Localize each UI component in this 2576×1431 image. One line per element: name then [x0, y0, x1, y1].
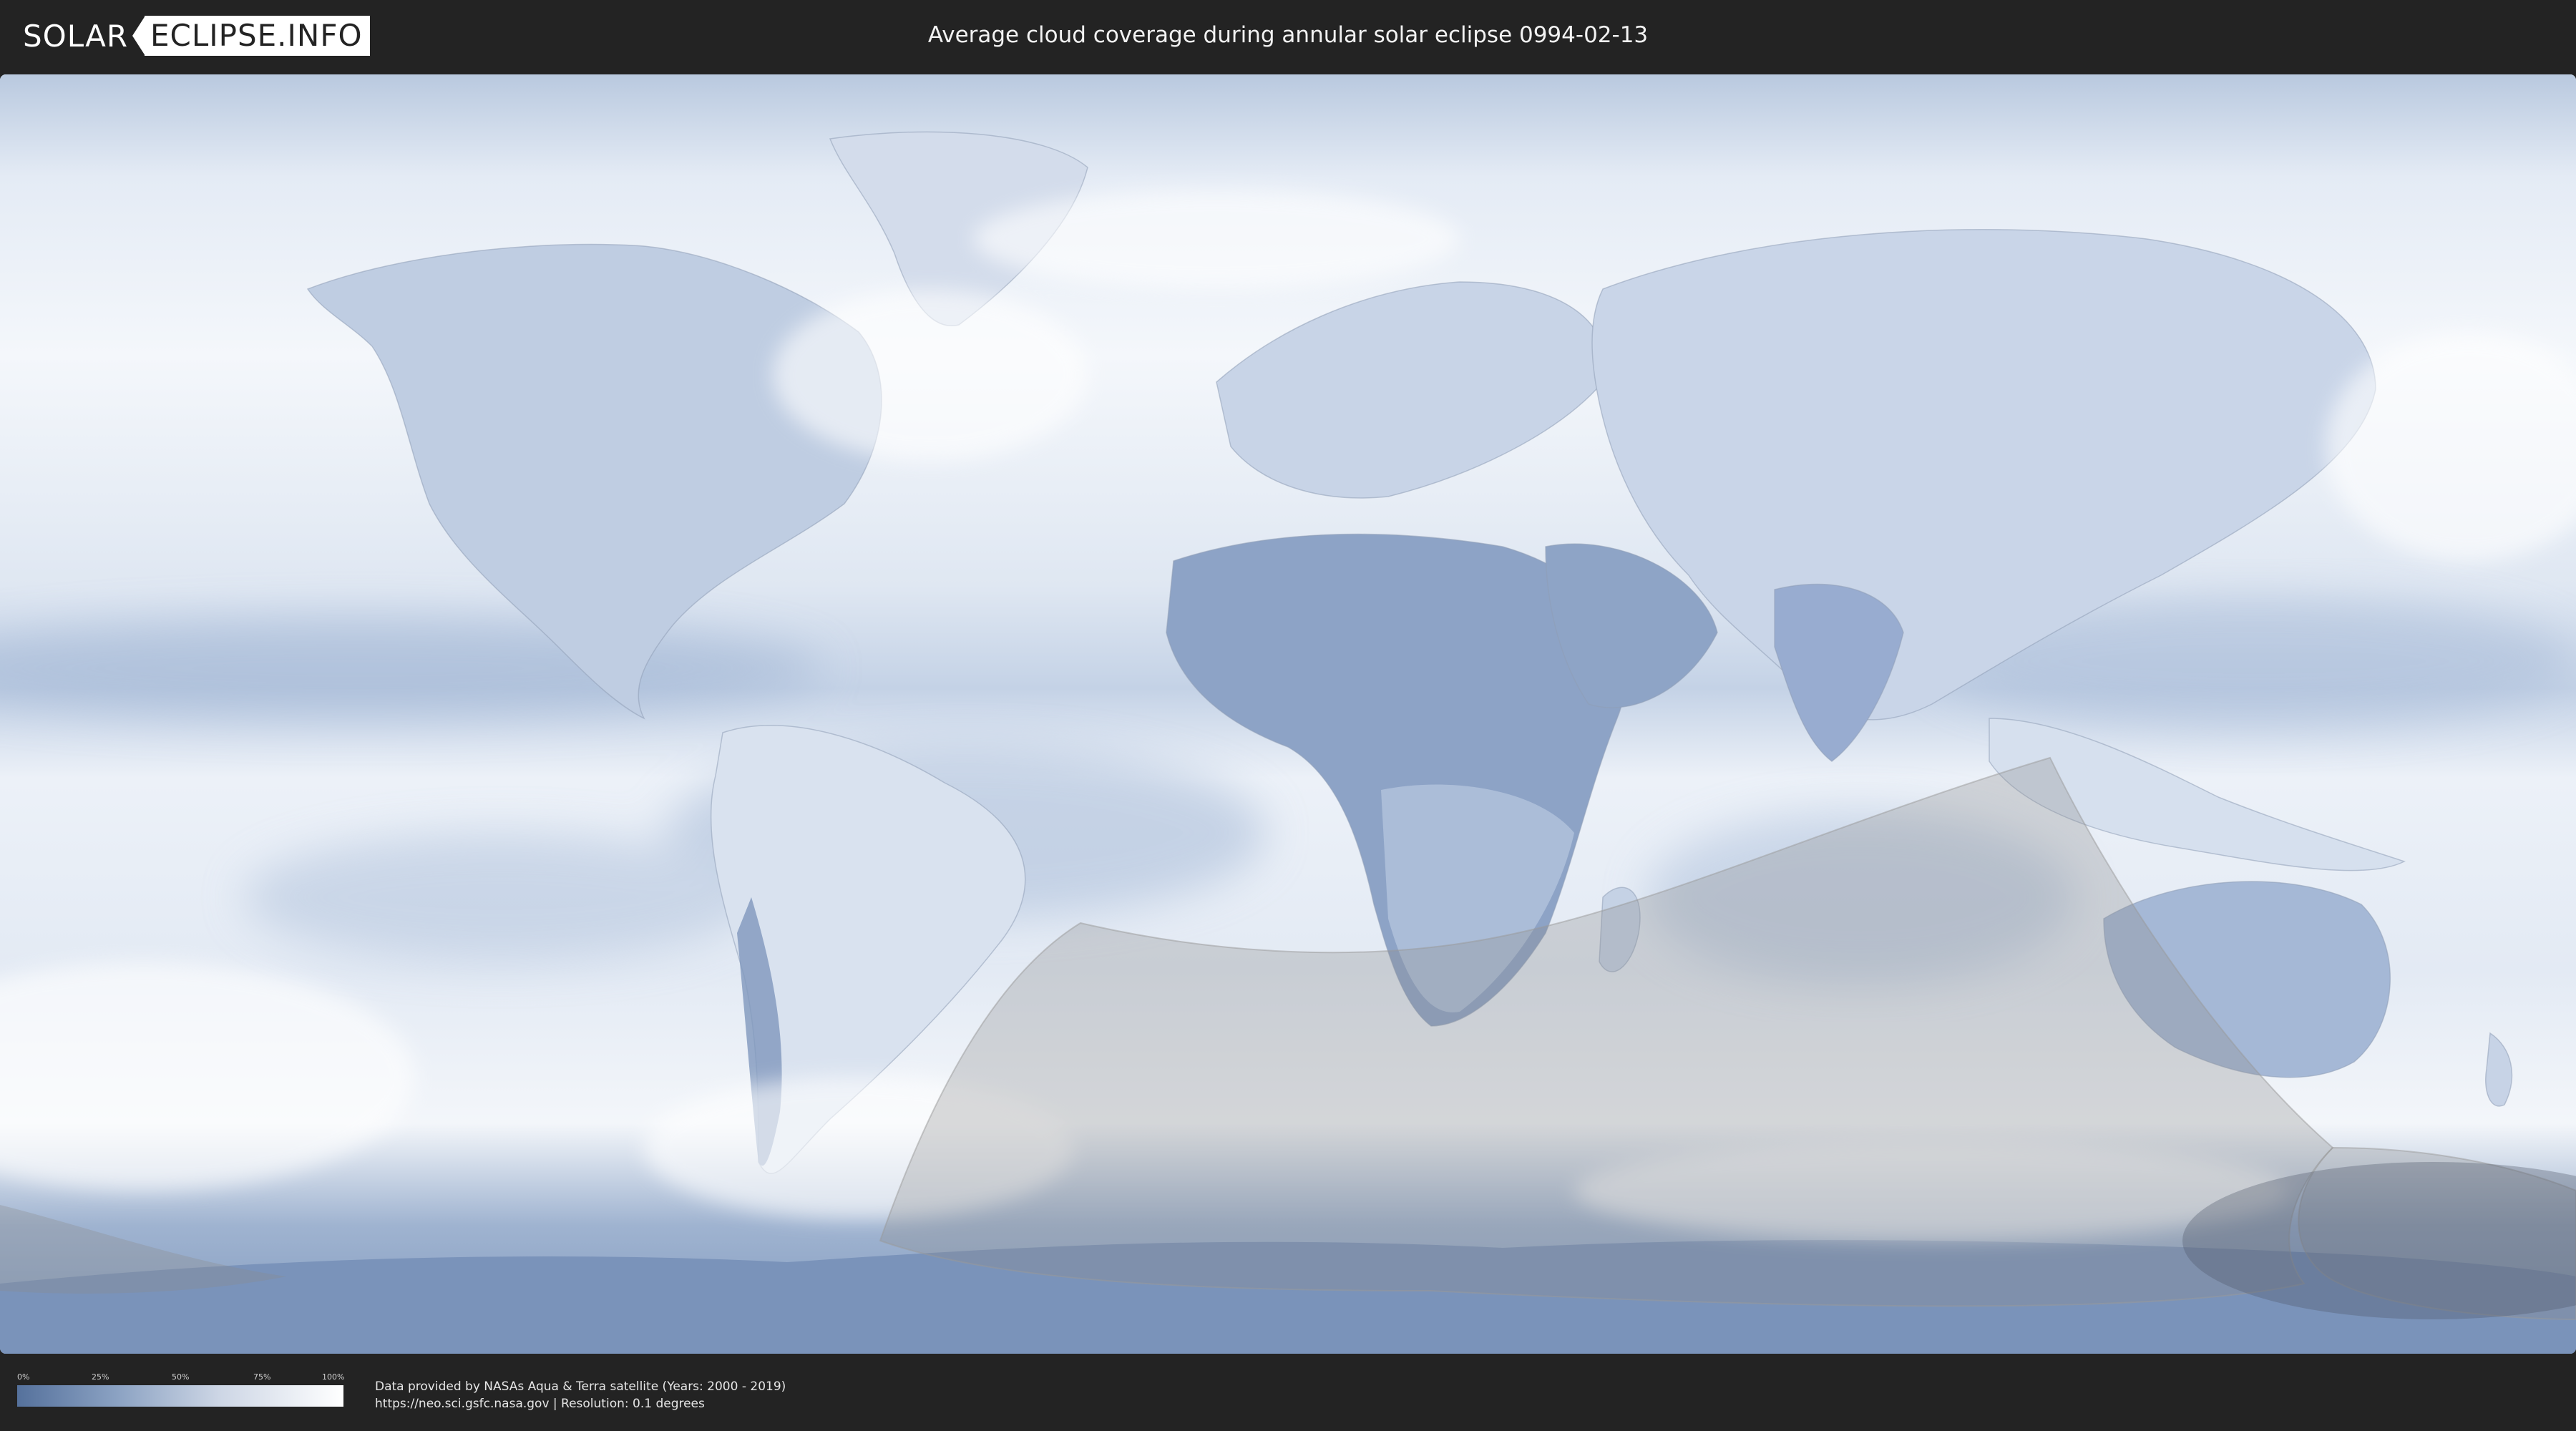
cloud-coverage-map	[0, 74, 2576, 1354]
credit-line-source: Data provided by NASAs Aqua & Terra sate…	[375, 1379, 786, 1394]
legend-ticks: 0% 25% 50% 75% 100%	[17, 1372, 345, 1384]
credit-line-url[interactable]: https://neo.sci.gsfc.nasa.gov | Resoluti…	[375, 1395, 786, 1412]
legend-tick-25: 25%	[92, 1372, 109, 1382]
legend-tick-100: 100%	[322, 1372, 345, 1382]
footer-bar: 0% 25% 50% 75% 100% Data provided by NAS…	[0, 1357, 2576, 1431]
page-title: Average cloud coverage during annular so…	[927, 22, 1649, 48]
world-map-svg	[0, 74, 2576, 1354]
header-bar: SOLAR ECLIPSE.INFO Average cloud coverag…	[0, 0, 2576, 72]
legend-color-bar	[17, 1385, 343, 1407]
cloud-coverage-legend: 0% 25% 50% 75% 100%	[17, 1372, 345, 1407]
data-credit: Data provided by NASAs Aqua & Terra sate…	[375, 1378, 786, 1412]
legend-tick-75: 75%	[253, 1372, 271, 1382]
legend-tick-0: 0%	[17, 1372, 30, 1382]
legend-tick-50: 50%	[172, 1372, 190, 1382]
